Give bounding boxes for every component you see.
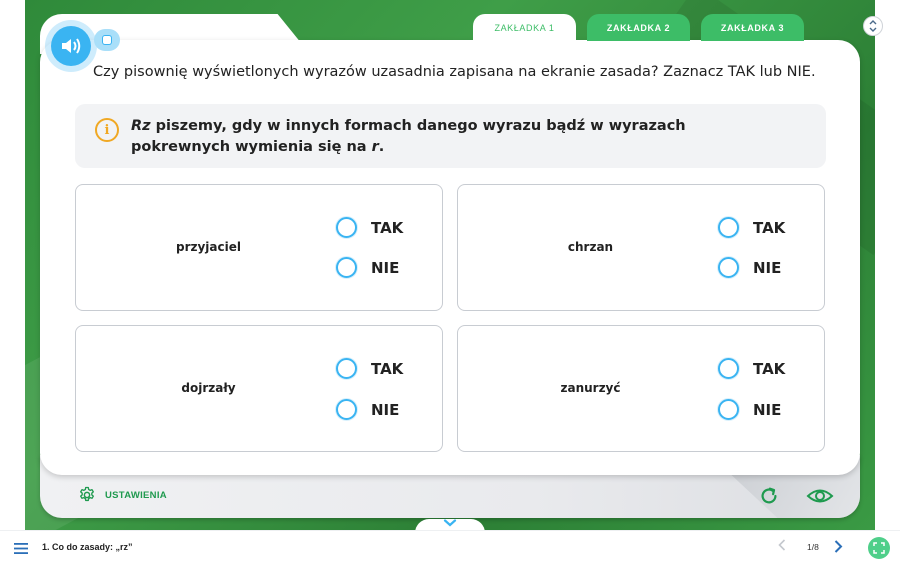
radio-button[interactable] — [718, 358, 739, 379]
hamburger-menu-icon — [14, 543, 28, 554]
page-indicator: 1/8 — [807, 542, 819, 552]
option-label: NIE — [753, 258, 782, 277]
settings-button[interactable]: USTAWIENIA — [78, 486, 167, 504]
stop-icon — [103, 36, 111, 44]
show-answers-button[interactable] — [806, 485, 834, 507]
question-box: zanurzyć TAK NIE — [457, 325, 825, 452]
option-label: TAK — [753, 218, 786, 237]
audio-play-button[interactable] — [51, 26, 91, 66]
answer-option-nie[interactable]: NIE — [718, 399, 781, 420]
question-word: zanurzyć — [560, 381, 621, 395]
audio-stop-button[interactable] — [94, 29, 120, 51]
answer-option-nie[interactable]: NIE — [718, 257, 781, 278]
chevron-right-icon — [834, 540, 843, 553]
tab-zakladka-3[interactable]: ZAKŁADKA 3 — [701, 14, 804, 41]
tab-bar: ZAKŁADKA 1 ZAKŁADKA 2 ZAKŁADKA 3 — [473, 14, 804, 41]
expand-icon — [873, 542, 885, 554]
question-word: chrzan — [567, 240, 614, 254]
question-word: przyjaciel — [175, 240, 241, 254]
option-label: NIE — [371, 258, 400, 277]
chevron-left-icon — [778, 539, 786, 551]
fullscreen-button[interactable] — [868, 537, 890, 559]
option-label: TAK — [371, 218, 404, 237]
answer-option-nie[interactable]: NIE — [336, 399, 399, 420]
reload-icon — [761, 487, 777, 504]
option-label: TAK — [371, 359, 404, 378]
menu-button[interactable] — [14, 541, 28, 559]
answer-option-nie[interactable]: NIE — [336, 257, 399, 278]
option-label: NIE — [371, 400, 400, 419]
option-label: NIE — [753, 400, 782, 419]
chevron-down-icon — [443, 519, 457, 527]
question-box: przyjaciel TAK NIE — [75, 184, 443, 311]
radio-button[interactable] — [336, 399, 357, 420]
radio-button[interactable] — [718, 217, 739, 238]
eye-icon — [806, 489, 834, 503]
settings-label: USTAWIENIA — [105, 489, 167, 501]
bottom-navigation-bar: 1. Co do zasady: „rz” 1/8 — [0, 530, 900, 563]
speaker-icon — [62, 38, 81, 54]
answer-option-tak[interactable]: TAK — [718, 358, 785, 379]
radio-button[interactable] — [336, 217, 357, 238]
radio-button[interactable] — [718, 257, 739, 278]
tab-zakladka-2[interactable]: ZAKŁADKA 2 — [587, 14, 690, 41]
answer-option-tak[interactable]: TAK — [336, 358, 403, 379]
info-icon: i — [95, 118, 119, 142]
question-box: chrzan TAK NIE — [457, 184, 825, 311]
rule-text: Rz piszemy, gdy w innych formach danego … — [131, 118, 686, 155]
lesson-title: 1. Co do zasady: „rz” — [42, 542, 133, 552]
question-box: dojrzały TAK NIE — [75, 325, 443, 452]
answer-option-tak[interactable]: TAK — [718, 217, 785, 238]
question-word: dojrzały — [181, 381, 236, 395]
scroll-toggle-button[interactable] — [863, 16, 883, 36]
rule-box: i Rz piszemy, gdy w innych formach daneg… — [75, 104, 826, 168]
radio-button[interactable] — [336, 358, 357, 379]
previous-page-button[interactable] — [778, 539, 786, 554]
option-label: TAK — [753, 359, 786, 378]
tab-zakladka-1[interactable]: ZAKŁADKA 1 — [473, 14, 576, 41]
next-page-button[interactable] — [834, 540, 843, 558]
instruction-text: Czy pisownię wyświetlonych wyrazów uzasa… — [93, 64, 816, 80]
answer-option-tak[interactable]: TAK — [336, 217, 403, 238]
chevron-up-down-icon — [869, 20, 877, 32]
radio-button[interactable] — [718, 399, 739, 420]
reload-button[interactable] — [758, 485, 780, 507]
gear-icon — [80, 486, 94, 502]
radio-button[interactable] — [336, 257, 357, 278]
